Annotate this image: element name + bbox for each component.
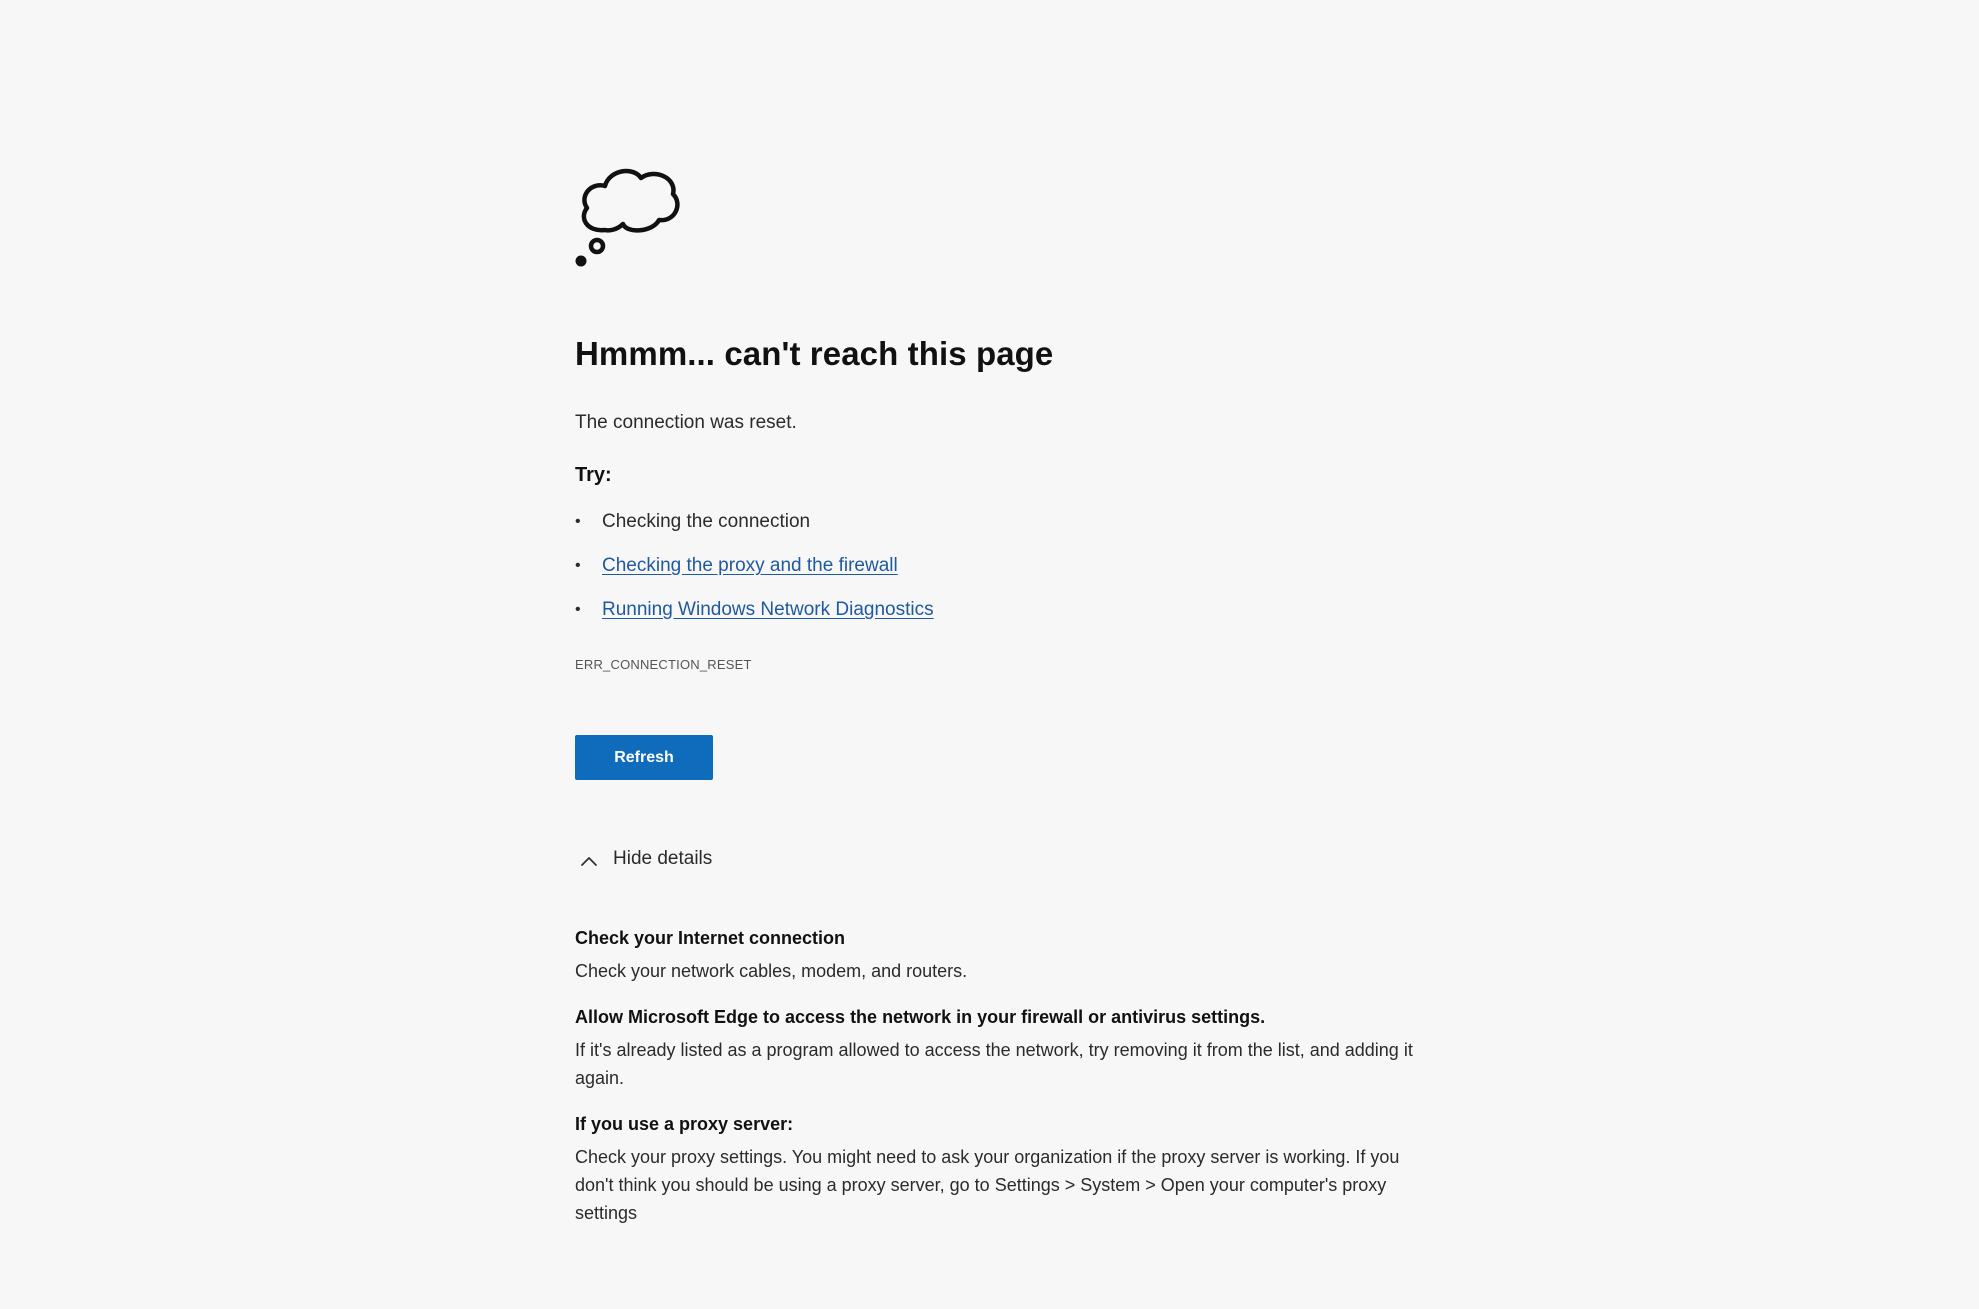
detail-heading: Check your Internet connection bbox=[575, 928, 846, 948]
detail-firewall: Allow Microsoft Edge to access the netwo… bbox=[575, 1007, 1415, 1092]
proxy-firewall-link[interactable]: Checking the proxy and the firewall bbox=[602, 555, 898, 576]
chevron-up-icon bbox=[579, 852, 599, 866]
hide-details-toggle[interactable]: Hide details bbox=[575, 848, 712, 870]
details-section: Check your Internet connection Check you… bbox=[575, 928, 1415, 1249]
refresh-button[interactable]: Refresh bbox=[575, 735, 713, 780]
try-label: Try: bbox=[575, 464, 612, 486]
detail-internet-connection: Check your Internet connection Check you… bbox=[575, 928, 1415, 985]
error-page: Hmmm... can't reach this page The connec… bbox=[575, 160, 1415, 1223]
bullet-icon: • bbox=[575, 557, 581, 574]
detail-body: If it's already listed as a program allo… bbox=[575, 1040, 1413, 1088]
bullet-icon: • bbox=[575, 513, 581, 530]
error-code: ERR_CONNECTION_RESET bbox=[575, 657, 752, 672]
suggestion-item: • Checking the proxy and the firewall bbox=[575, 554, 934, 598]
suggestion-item: • Running Windows Network Diagnostics bbox=[575, 598, 934, 642]
network-diagnostics-link[interactable]: Running Windows Network Diagnostics bbox=[602, 599, 934, 620]
suggestion-item: • Checking the connection bbox=[575, 510, 934, 554]
hide-details-label: Hide details bbox=[613, 848, 713, 869]
error-description: The connection was reset. bbox=[575, 412, 797, 433]
detail-proxy: If you use a proxy server: Check your pr… bbox=[575, 1114, 1415, 1227]
bullet-icon: • bbox=[575, 601, 581, 618]
suggestion-check-connection: Checking the connection bbox=[602, 511, 811, 532]
detail-body: Check your proxy settings. You might nee… bbox=[575, 1147, 1400, 1223]
thought-bubble-icon bbox=[575, 160, 685, 272]
detail-heading: Allow Microsoft Edge to access the netwo… bbox=[575, 1007, 1266, 1027]
detail-heading: If you use a proxy server: bbox=[575, 1114, 794, 1134]
detail-body: Check your network cables, modem, and ro… bbox=[575, 961, 968, 981]
suggestion-list: • Checking the connection • Checking the… bbox=[575, 510, 934, 642]
page-title: Hmmm... can't reach this page bbox=[575, 335, 1054, 372]
